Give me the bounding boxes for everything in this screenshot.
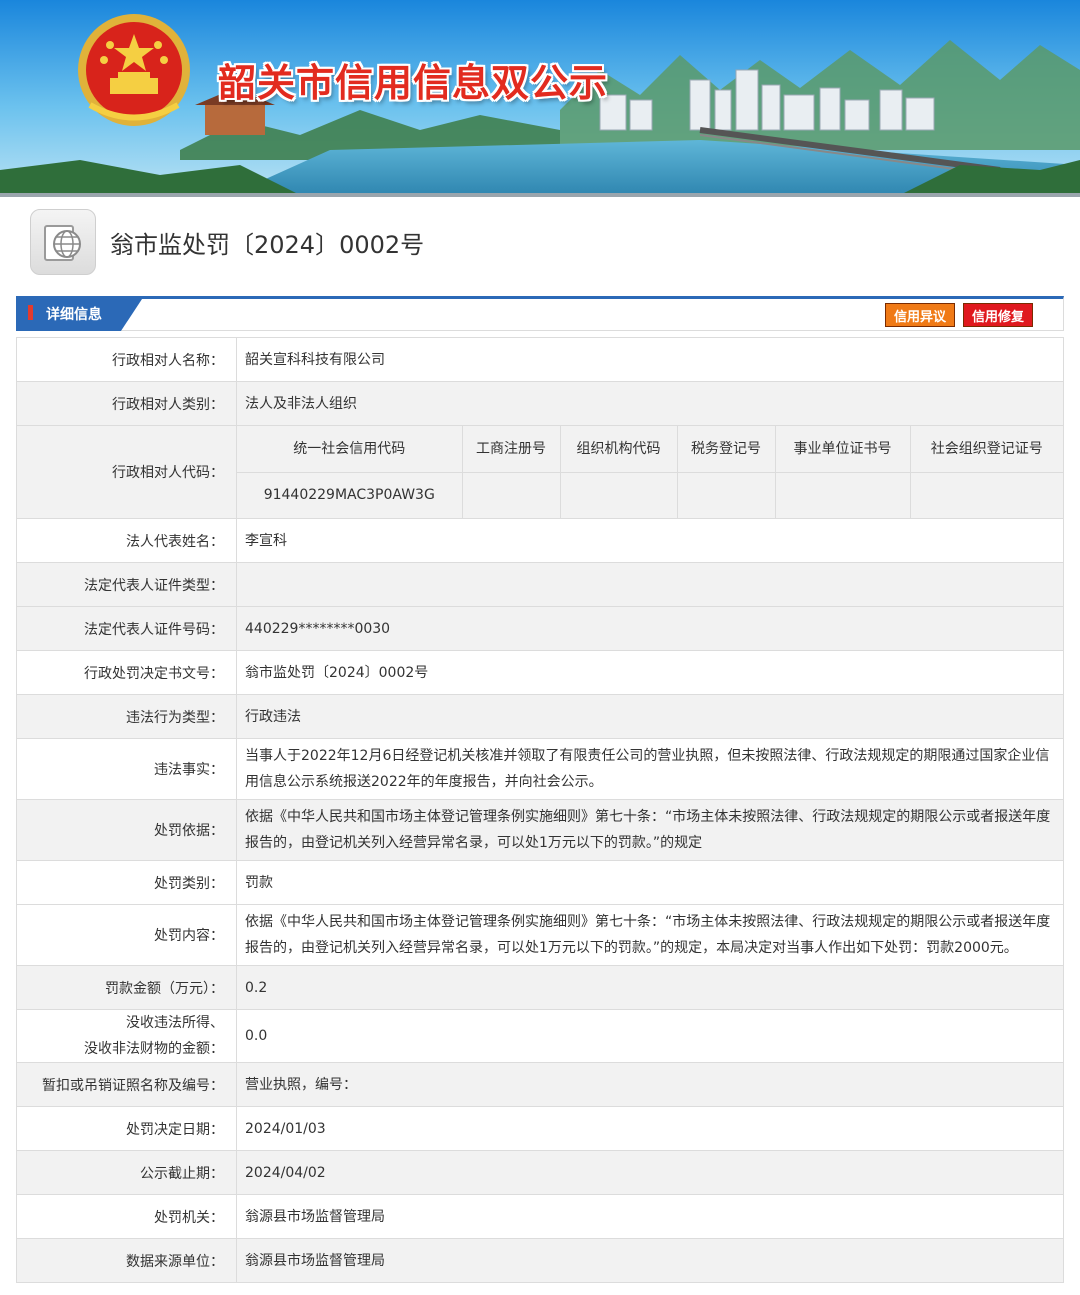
row-category: 行政相对人类别： 法人及非法人组织	[16, 381, 1064, 426]
row-label: 处罚决定日期：	[16, 1106, 237, 1151]
row-label: 行政相对人类别：	[16, 381, 237, 426]
row-label: 公示截止期：	[16, 1150, 237, 1195]
row-label: 数据来源单位：	[16, 1238, 237, 1283]
code-table-cell: 统一社会信用代码 工商注册号 组织机构代码 税务登记号 事业单位证书号 社会组织…	[236, 425, 1064, 519]
row-legal-rep: 法人代表姓名： 李宣科	[16, 518, 1064, 563]
code-header: 税务登记号	[676, 426, 776, 473]
emblem-icon	[78, 14, 190, 126]
document-heading: 翁市监处罚〔2024〕0002号	[30, 208, 424, 276]
row-basis: 处罚依据： 依据《中华人民共和国市场主体登记管理条例实施细则》第七十条：“市场主…	[16, 799, 1064, 861]
row-label-line: 没收违法所得、	[126, 1015, 224, 1031]
code-header: 统一社会信用代码	[237, 426, 463, 473]
row-decision-no: 行政处罚决定书文号： 翁市监处罚〔2024〕0002号	[16, 650, 1064, 695]
row-decision-date: 处罚决定日期： 2024/01/03	[16, 1106, 1064, 1151]
row-label: 违法行为类型：	[16, 694, 237, 739]
row-value: 依据《中华人民共和国市场主体登记管理条例实施细则》第七十条：“市场主体未按照法律…	[236, 904, 1064, 966]
row-label-line: 没收非法财物的金额：	[84, 1041, 224, 1057]
row-value: 李宣科	[236, 518, 1064, 563]
row-id-type: 法定代表人证件类型：	[16, 562, 1064, 607]
row-value: 行政违法	[236, 694, 1064, 739]
row-value: 当事人于2022年12月6日经登记机关核准并领取了有限责任公司的营业执照，但未按…	[236, 738, 1064, 800]
row-value: 2024/01/03	[236, 1106, 1064, 1151]
row-violation-type: 违法行为类型： 行政违法	[16, 694, 1064, 739]
row-value: 法人及非法人组织	[236, 381, 1064, 426]
code-value	[559, 471, 678, 518]
row-label: 处罚内容：	[16, 904, 237, 966]
page-title: 翁市监处罚〔2024〕0002号	[110, 230, 425, 259]
credit-repair-button[interactable]: 信用修复	[963, 303, 1034, 327]
row-license: 暂扣或吊销证照名称及编号： 营业执照，编号：	[16, 1062, 1064, 1107]
row-value: 翁市监处罚〔2024〕0002号	[236, 650, 1064, 695]
code-header: 社会组织登记证号	[909, 426, 1063, 473]
row-label: 法人代表姓名：	[16, 518, 237, 563]
code-header: 事业单位证书号	[774, 426, 911, 473]
row-value: 翁源县市场监督管理局	[236, 1238, 1064, 1283]
row-value: 韶关宣科科技有限公司	[236, 337, 1064, 382]
header-banner: 韶关市信用信息双公示	[0, 0, 1080, 195]
site-title: 韶关市信用信息双公示	[218, 61, 609, 105]
row-label: 暂扣或吊销证照名称及编号：	[16, 1062, 237, 1107]
row-label: 违法事实：	[16, 738, 237, 800]
row-value: 2024/04/02	[236, 1150, 1064, 1195]
row-confiscation: 没收违法所得、 没收非法财物的金额： 0.0	[16, 1009, 1064, 1063]
row-label: 行政相对人名称：	[16, 337, 237, 382]
code-value	[676, 471, 776, 518]
code-value: 91440229MAC3P0AW3G	[237, 471, 463, 518]
tab-details[interactable]: 详细信息	[16, 296, 144, 331]
detail-section-bar: 详细信息 信用异议 信用修复	[16, 296, 1064, 331]
banner-divider	[0, 193, 1080, 197]
row-label: 法定代表人证件号码：	[16, 606, 237, 651]
row-value: 0.2	[236, 965, 1064, 1010]
globe-document-icon	[30, 209, 96, 275]
row-label: 没收违法所得、 没收非法财物的金额：	[16, 1009, 237, 1063]
row-name: 行政相对人名称： 韶关宣科科技有限公司	[16, 337, 1064, 382]
tab-marker	[28, 305, 33, 320]
row-value: 依据《中华人民共和国市场主体登记管理条例实施细则》第七十条：“市场主体未按照法律…	[236, 799, 1064, 861]
row-value: 440229********0030	[236, 606, 1064, 651]
row-value: 翁源县市场监督管理局	[236, 1194, 1064, 1239]
code-table-values: 91440229MAC3P0AW3G	[237, 471, 1063, 518]
row-value: 0.0	[236, 1009, 1064, 1063]
code-header: 组织机构代码	[559, 426, 678, 473]
code-value	[909, 471, 1063, 518]
row-data-source: 数据来源单位： 翁源县市场监督管理局	[16, 1238, 1064, 1283]
tab-details-label: 详细信息	[46, 306, 102, 323]
row-label: 处罚类别：	[16, 860, 237, 905]
row-id-number: 法定代表人证件号码： 440229********0030	[16, 606, 1064, 651]
row-label: 行政相对人代码：	[16, 425, 237, 519]
row-penalty-type: 处罚类别： 罚款	[16, 860, 1064, 905]
row-label: 行政处罚决定书文号：	[16, 650, 237, 695]
code-table: 统一社会信用代码 工商注册号 组织机构代码 税务登记号 事业单位证书号 社会组织…	[237, 426, 1063, 518]
row-penalty-content: 处罚内容： 依据《中华人民共和国市场主体登记管理条例实施细则》第七十条：“市场主…	[16, 904, 1064, 966]
row-label: 法定代表人证件类型：	[16, 562, 237, 607]
code-value	[774, 471, 911, 518]
row-publicity-end: 公示截止期： 2024/04/02	[16, 1150, 1064, 1195]
row-violation-fact: 违法事实： 当事人于2022年12月6日经登记机关核准并领取了有限责任公司的营业…	[16, 738, 1064, 800]
code-value	[461, 471, 561, 518]
row-fine: 罚款金额（万元）： 0.2	[16, 965, 1064, 1010]
code-header: 工商注册号	[461, 426, 561, 473]
row-value: 罚款	[236, 860, 1064, 905]
credit-objection-button[interactable]: 信用异议	[885, 303, 956, 327]
row-label: 罚款金额（万元）：	[16, 965, 237, 1010]
detail-table: 行政相对人名称： 韶关宣科科技有限公司 行政相对人类别： 法人及非法人组织 行政…	[16, 337, 1064, 1283]
code-table-header: 统一社会信用代码 工商注册号 组织机构代码 税务登记号 事业单位证书号 社会组织…	[237, 426, 1063, 473]
row-value: 营业执照，编号：	[236, 1062, 1064, 1107]
row-label: 处罚依据：	[16, 799, 237, 861]
row-code: 行政相对人代码： 统一社会信用代码 工商注册号 组织机构代码 税务登记号 事业单…	[16, 425, 1064, 519]
row-authority: 处罚机关： 翁源县市场监督管理局	[16, 1194, 1064, 1239]
row-label: 处罚机关：	[16, 1194, 237, 1239]
row-value	[236, 562, 1064, 607]
